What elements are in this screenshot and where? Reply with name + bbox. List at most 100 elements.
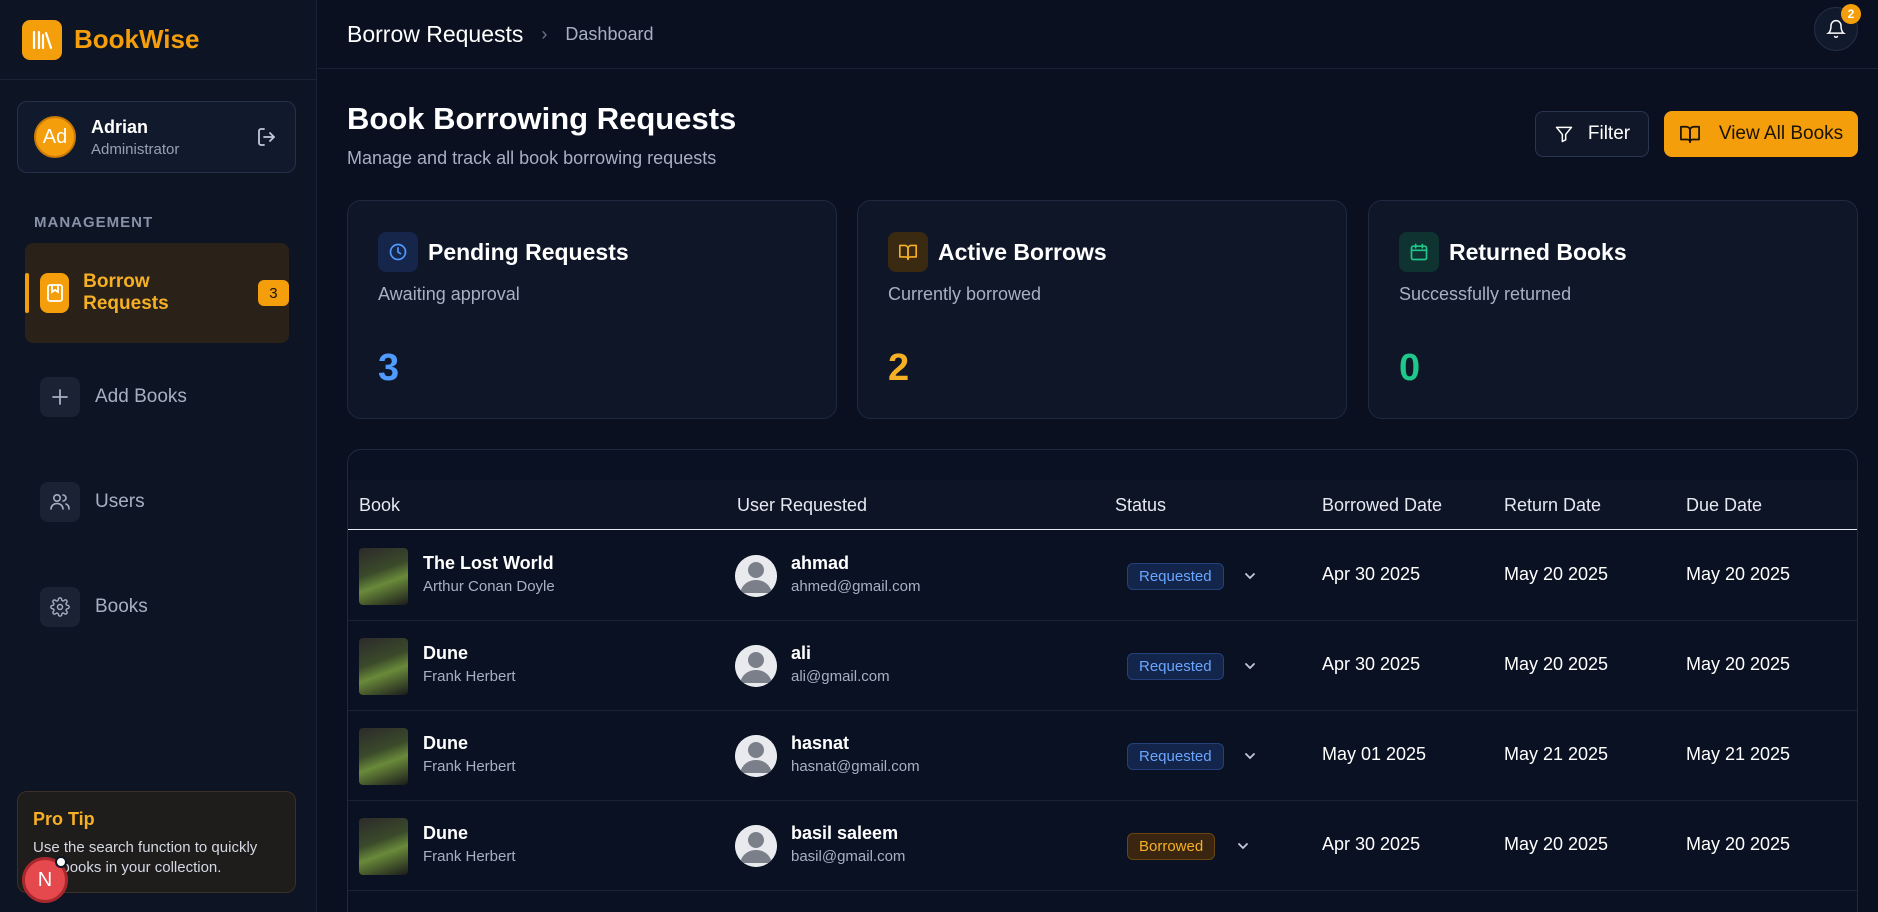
- column-header-borrowed-date: Borrowed Date: [1322, 495, 1443, 515]
- logout-icon[interactable]: [255, 125, 279, 149]
- pro-tip-title: Pro Tip: [33, 809, 95, 829]
- section-label-management: MANAGEMENT: [34, 214, 154, 231]
- user-name: ali: [791, 643, 812, 663]
- calendar-icon: [1399, 232, 1439, 272]
- table-row[interactable]: Dune Frank Herbert hasnat hasnat@gmail.c…: [348, 711, 1857, 801]
- return-date: May 20 2025: [1504, 654, 1609, 674]
- user-avatar-icon: [735, 555, 777, 597]
- book-title: The Lost World: [423, 553, 554, 573]
- book-author: Frank Herbert: [423, 668, 516, 685]
- user-role: Administrator: [91, 140, 180, 158]
- column-header-book: Book: [359, 495, 401, 515]
- user-avatar-icon: [735, 645, 777, 687]
- stat-value: 3: [378, 347, 400, 389]
- borrow-requests-table: Book User Requested Status Borrowed Date…: [347, 449, 1858, 912]
- stat-value: 0: [1399, 347, 1421, 389]
- stat-card-pending: Pending Requests Awaiting approval 3: [347, 200, 837, 419]
- user-email: ahmed@gmail.com: [791, 578, 921, 595]
- column-header-status: Status: [1115, 495, 1167, 515]
- avatar: Ad: [34, 116, 76, 158]
- column-header-user: User Requested: [737, 495, 868, 515]
- user-profile-card: Ad Adrian Administrator: [17, 101, 296, 173]
- view-all-books-label: View All Books: [1718, 123, 1844, 144]
- notification-button[interactable]: 2: [1814, 4, 1861, 51]
- book-title: Dune: [423, 643, 468, 663]
- chevron-down-icon[interactable]: [1242, 748, 1258, 764]
- stat-description: Currently borrowed: [888, 284, 1042, 304]
- users-icon: [40, 482, 80, 522]
- book-author: Arthur Conan Doyle: [423, 578, 555, 595]
- return-date: May 20 2025: [1504, 564, 1609, 584]
- sidebar-item-users[interactable]: Users: [25, 452, 289, 552]
- pro-tip-text: Use the search function to quickly find …: [33, 839, 258, 876]
- clock-icon: [378, 232, 418, 272]
- book-cover-image: [359, 548, 408, 605]
- sidebar-item-add-books[interactable]: Add Books: [25, 347, 289, 447]
- borrowed-date: Apr 30 2025: [1322, 654, 1421, 674]
- due-date: May 20 2025: [1686, 834, 1791, 854]
- due-date: May 21 2025: [1686, 744, 1791, 764]
- status-dot: [55, 856, 67, 868]
- column-header-due-date: Due Date: [1686, 495, 1763, 515]
- stat-description: Successfully returned: [1399, 284, 1572, 304]
- book-title: Dune: [423, 823, 468, 843]
- status-badge[interactable]: Requested: [1127, 743, 1224, 770]
- view-all-books-button[interactable]: View All Books: [1664, 111, 1858, 157]
- sidebar-item-label: Borrow Requests: [83, 271, 169, 314]
- table-row[interactable]: Dune Frank Herbert ali ali@gmail.com Req…: [348, 621, 1857, 711]
- page-subtitle: Manage and track all book borrowing requ…: [347, 148, 717, 168]
- sidebar-item-label: Users: [95, 491, 145, 512]
- user-avatar-icon: [735, 825, 777, 867]
- user-name: hasnat: [791, 733, 850, 753]
- book-cover-image: [359, 728, 408, 785]
- sidebar-item-borrow-requests[interactable]: Borrow Requests 3: [25, 243, 289, 343]
- gear-icon: [40, 587, 80, 627]
- chevron-down-icon[interactable]: [1242, 568, 1258, 584]
- open-book-icon: [1679, 125, 1700, 144]
- book-cover-image: [359, 638, 408, 695]
- filter-label: Filter: [1587, 123, 1631, 144]
- bookmark-icon: [40, 273, 70, 313]
- user-email: basil@gmail.com: [791, 848, 906, 865]
- table-row[interactable]: Dune Frank Herbert basil saleem basil@gm…: [348, 801, 1857, 891]
- breadcrumb-current: Borrow Requests: [347, 20, 524, 47]
- borrowed-date: May 01 2025: [1322, 744, 1427, 764]
- table-row[interactable]: The Lost World Arthur Conan Doyle ahmad …: [348, 531, 1857, 621]
- status-badge[interactable]: Requested: [1127, 563, 1224, 590]
- filter-button[interactable]: Filter: [1535, 111, 1649, 157]
- table-header: Book User Requested Status Borrowed Date…: [348, 480, 1857, 530]
- chevron-right-icon: ›: [541, 23, 548, 44]
- chevron-down-icon[interactable]: [1242, 658, 1258, 674]
- filter-icon: [1555, 126, 1573, 143]
- open-book-icon: [888, 232, 928, 272]
- user-name: basil saleem: [791, 823, 899, 843]
- app-name: BookWise: [74, 24, 200, 54]
- sidebar-item-label: Add Books: [95, 386, 187, 407]
- stat-title: Returned Books: [1449, 238, 1627, 265]
- return-date: May 21 2025: [1504, 744, 1609, 764]
- stat-title: Pending Requests: [428, 238, 629, 265]
- bell-icon: [1826, 19, 1846, 39]
- sidebar-item-books[interactable]: Books: [25, 557, 289, 657]
- sidebar-item-label: Books: [95, 596, 148, 617]
- book-author: Frank Herbert: [423, 848, 516, 865]
- user-email: ali@gmail.com: [791, 668, 890, 685]
- brand[interactable]: BookWise: [0, 0, 316, 80]
- due-date: May 20 2025: [1686, 564, 1791, 584]
- book-author: Frank Herbert: [423, 758, 516, 775]
- page-title: Book Borrowing Requests: [347, 101, 737, 136]
- chevron-down-icon[interactable]: [1235, 838, 1251, 854]
- breadcrumb-dashboard[interactable]: Dashboard: [565, 24, 653, 45]
- topbar: Borrow Requests › Dashboard 2: [318, 0, 1878, 69]
- plus-icon: [40, 377, 80, 417]
- book-title: Dune: [423, 733, 468, 753]
- stat-value: 2: [888, 347, 910, 389]
- column-header-return-date: Return Date: [1504, 495, 1602, 515]
- borrowed-date: Apr 30 2025: [1322, 564, 1421, 584]
- status-badge[interactable]: Requested: [1127, 653, 1224, 680]
- book-cover-image: [359, 818, 408, 875]
- status-badge[interactable]: Borrowed: [1127, 833, 1216, 860]
- user-avatar-icon: [735, 735, 777, 777]
- library-logo-icon: [22, 19, 62, 60]
- sidebar: BookWise Ad Adrian Administrator MANAGEM…: [0, 0, 317, 912]
